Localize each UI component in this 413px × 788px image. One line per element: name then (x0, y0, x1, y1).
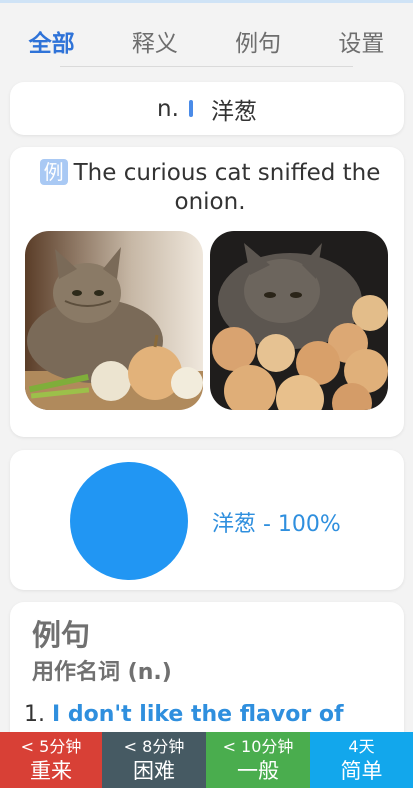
cat-onion-image-2 (210, 231, 388, 410)
good-label: 一般 (237, 759, 279, 783)
hard-label: 困难 (133, 759, 175, 783)
again-button[interactable]: < 5分钟 重来 (0, 732, 102, 788)
hard-interval: < 8分钟 (123, 737, 185, 756)
example-badge: 例 (39, 159, 68, 185)
tab-settings[interactable]: 设置 (338, 20, 384, 58)
hard-button[interactable]: < 8分钟 困难 (102, 732, 206, 788)
tab-examples[interactable]: 例句 (235, 20, 281, 58)
definition-meaning: 洋葱 (210, 98, 257, 125)
answer-bar: < 5分钟 重来 < 8分钟 困难 < 10分钟 一般 4天 简单 (0, 732, 413, 788)
definition-marker (188, 100, 193, 117)
list-item[interactable]: 1. I don't like the flavor of (24, 702, 344, 727)
example-sentence: The curious cat sniffed the onion. (73, 160, 381, 215)
sentence-text: I don't like the flavor of (52, 702, 344, 727)
cat-onion-image-1 (25, 231, 203, 410)
pie-chart (70, 462, 188, 580)
tab-divider (60, 66, 353, 67)
example-card: 例 The curious cat sniffed the onion. (10, 147, 404, 437)
sentence-number: 1. (24, 702, 45, 727)
example-sentence-block: 例 The curious cat sniffed the onion. (30, 159, 390, 217)
good-button[interactable]: < 10分钟 一般 (206, 732, 310, 788)
part-of-speech: n. (157, 95, 179, 122)
again-interval: < 5分钟 (20, 737, 82, 756)
pie-slice-0 (70, 462, 188, 580)
chart-card: 洋葱 - 100% (10, 450, 404, 590)
easy-interval: 4天 (348, 737, 375, 756)
easy-label: 简单 (340, 759, 383, 783)
again-label: 重来 (30, 759, 72, 783)
easy-button[interactable]: 4天 简单 (310, 732, 413, 788)
tab-bar: 全部 释义 例句 设置 (0, 3, 413, 75)
pie-legend-label: 洋葱 - 100% (212, 512, 341, 537)
section-title: 例句 (32, 618, 91, 652)
section-subtitle: 用作名词 (n.) (32, 660, 172, 685)
definition-card: n. 洋葱 (10, 82, 404, 135)
tab-definitions[interactable]: 释义 (132, 20, 178, 58)
good-interval: < 10分钟 (222, 737, 294, 756)
tab-all[interactable]: 全部 (29, 20, 75, 58)
